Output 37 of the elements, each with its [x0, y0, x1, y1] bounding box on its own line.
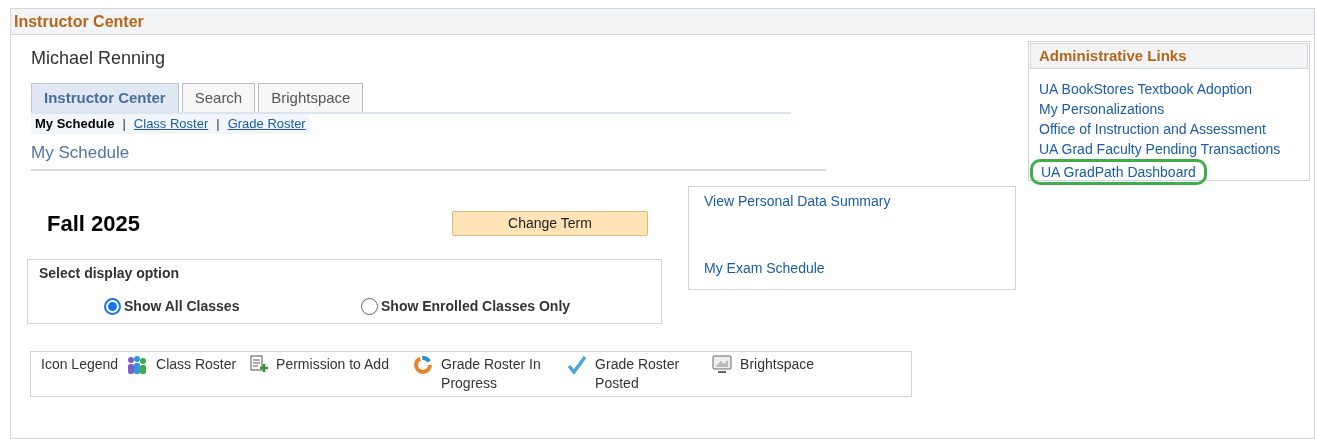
- change-term-button[interactable]: Change Term: [452, 211, 648, 236]
- quick-link[interactable]: My Exam Schedule: [704, 257, 1015, 279]
- separator: |: [216, 115, 220, 134]
- subnav-link[interactable]: My Schedule: [35, 114, 115, 134]
- tab[interactable]: Instructor Center: [31, 83, 179, 112]
- quick-link[interactable]: View Personal Data Summary: [704, 190, 1015, 212]
- legend-label: Grade Roster Posted: [595, 354, 681, 393]
- admin-link[interactable]: UA BookStores Textbook Adoption: [1039, 79, 1309, 99]
- section-title: My Schedule: [31, 140, 826, 171]
- legend-title: Icon Legend: [41, 354, 119, 374]
- legend-label: Class Roster: [156, 354, 237, 374]
- separator: |: [122, 115, 126, 134]
- legend-label: Brightspace: [740, 354, 814, 374]
- user-name: Michael Renning: [31, 47, 167, 70]
- page-title: Instructor Center: [11, 9, 1314, 35]
- admin-link[interactable]: UA GradPath Dashboard: [1030, 159, 1207, 185]
- radio-button[interactable]: [104, 297, 121, 315]
- people-icon: [126, 354, 149, 375]
- tab[interactable]: Brightspace: [258, 83, 364, 112]
- radio-label: Show Enrolled Classes Only: [381, 296, 571, 316]
- admin-link[interactable]: Office of Instruction and Assessment: [1039, 119, 1309, 139]
- tab[interactable]: Search: [181, 83, 256, 112]
- radio-label: Show All Classes: [124, 296, 240, 316]
- monitor-icon: [712, 354, 733, 373]
- legend-label: Permission to Add: [276, 354, 389, 374]
- admin-link[interactable]: My Personalizations: [1039, 99, 1309, 119]
- legend-label: Grade Roster In Progress: [441, 354, 542, 393]
- admin-link[interactable]: UA Grad Faculty Pending Transactions: [1039, 139, 1309, 159]
- checkmark-icon: [567, 354, 588, 375]
- panel-title: Administrative Links: [1030, 43, 1308, 69]
- subnav-link[interactable]: Class Roster: [133, 114, 209, 134]
- subnav-link[interactable]: Grade Roster: [227, 114, 306, 134]
- document-plus-icon: [250, 354, 269, 373]
- panel-title: Select display option: [39, 263, 181, 283]
- term-title: Fall 2025: [47, 210, 141, 238]
- circular-arrows-icon: [413, 354, 434, 375]
- radio-button[interactable]: [361, 297, 378, 315]
